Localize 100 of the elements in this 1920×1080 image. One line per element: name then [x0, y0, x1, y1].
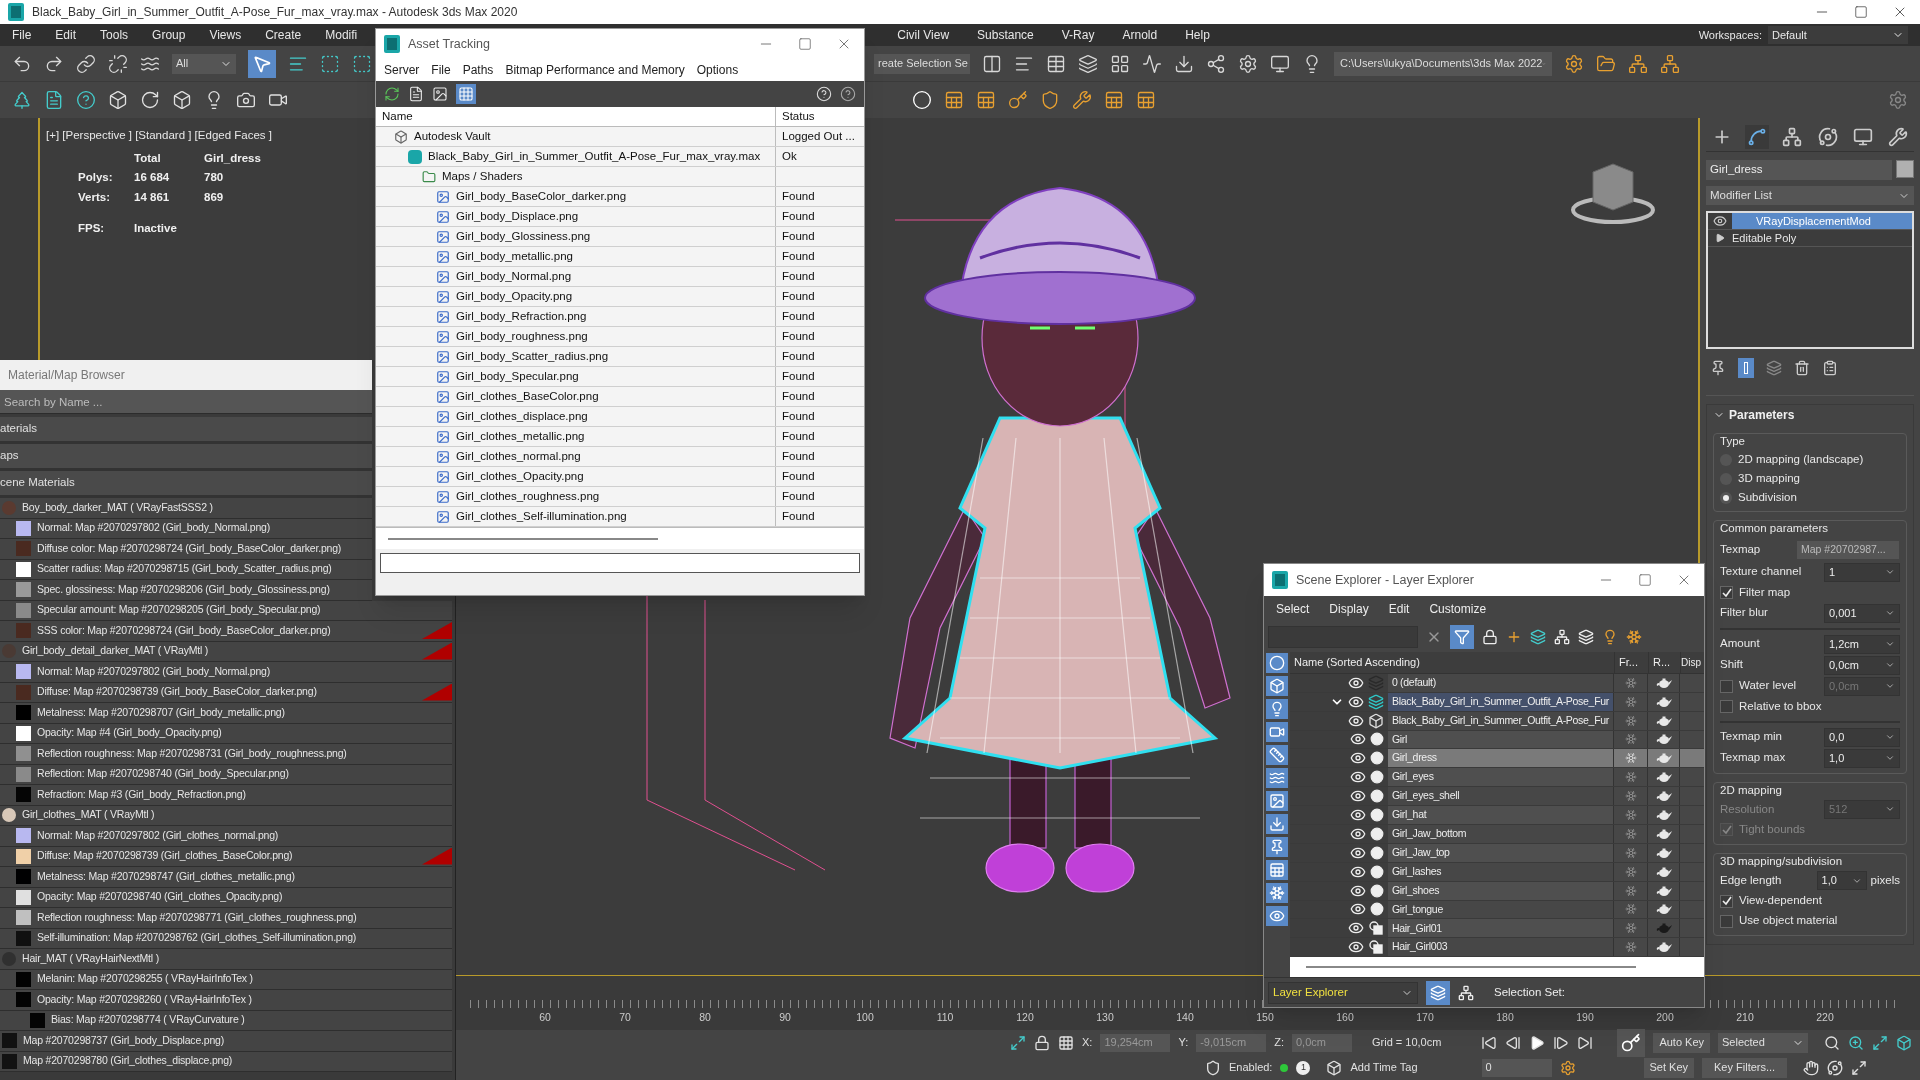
add-time-tag-button[interactable]: Add Time Tag [1350, 1059, 1418, 1076]
material-tree-item[interactable]: Bias: Map #2070298774 ( VRayCurvature ) [0, 1010, 452, 1031]
material-tree-item[interactable]: Girl_body_detail_darker_MAT ( VRayMtl ) [0, 641, 452, 662]
menu-item[interactable]: Display [1329, 600, 1369, 618]
menu-item[interactable]: Arnold [1122, 26, 1158, 44]
menu-item[interactable]: Views [209, 26, 242, 44]
section-header[interactable]: cene Materials [0, 471, 372, 498]
asset-row[interactable]: Girl_clothes_BaseColor.png [376, 387, 776, 406]
material-tree-item[interactable]: Scatter radius: Map #2070298715 (Girl_body_Scatter_radius.png) [0, 559, 372, 580]
material-tree-item[interactable]: Melanin: Map #2070298255 ( VRayHairInfoTex ) [0, 969, 452, 990]
menu-item[interactable]: Modifi [325, 26, 358, 44]
menu-item[interactable]: Civil View [897, 26, 950, 44]
column-header[interactable]: Status [776, 107, 864, 126]
frame-field[interactable]: 0 [1481, 1058, 1552, 1077]
object-name-field[interactable]: Girl_dress [1706, 160, 1892, 180]
project-path-dropdown[interactable]: C:\Users\lukya\Documents\3ds Max 2022 [1334, 51, 1552, 76]
material-tree-item[interactable]: Diffuse: Map #2070298739 (Girl_body_BaseColor_darker.png) [0, 682, 452, 703]
asset-row[interactable]: Girl_clothes_Self-illumination.png [376, 507, 776, 526]
material-tree-item[interactable]: Boy_body_darker_MAT ( VRayFastSSS2 ) [0, 498, 372, 519]
menu-item[interactable]: Select [1276, 600, 1310, 618]
asset-row[interactable]: Girl_body_Refraction.png [376, 307, 776, 326]
material-tree-item[interactable]: Girl_clothes_MAT ( VRayMtl ) [0, 805, 452, 826]
asset-row[interactable]: Autodesk Vault [376, 127, 776, 146]
asset-row[interactable]: Girl_body_Scatter_radius.png [376, 347, 776, 366]
material-tree-item[interactable]: Opacity: Map #4 (Girl_body_Opacity.png) [0, 723, 452, 744]
menu-item[interactable]: Bitmap Performance and Memory [505, 61, 685, 79]
material-tree-item[interactable]: Opacity: Map #2070298740 (Girl_clothes_Opacity.png) [0, 887, 452, 908]
column-header[interactable]: Fr... [1614, 652, 1648, 673]
material-tree-item[interactable]: Diffuse: Map #2070298739 (Girl_clothes_BaseColor.png) [0, 846, 452, 867]
material-tree-item[interactable]: Refraction: Map #3 (Girl_body_Refraction.png) [0, 785, 452, 806]
spinner-field[interactable]: 0,0cm [1824, 655, 1900, 675]
explorer-dropdown[interactable]: Layer Explorer [1268, 981, 1418, 1004]
material-tree-item[interactable]: Metalness: Map #2070298747 (Girl_clothes_metallic.png) [0, 867, 452, 888]
asset-row[interactable]: Girl_clothes_Opacity.png [376, 467, 776, 486]
asset-row[interactable]: Girl_clothes_normal.png [376, 447, 776, 466]
menu-item[interactable]: File [431, 61, 451, 79]
asset-row[interactable]: Girl_body_Specular.png [376, 367, 776, 386]
column-header[interactable]: Name (Sorted Ascending) [1289, 652, 1614, 673]
column-header[interactable]: Disp [1680, 652, 1704, 673]
section-header[interactable]: aterials [0, 417, 372, 444]
asset-row[interactable]: Girl_body_roughness.png [376, 327, 776, 346]
asset-row[interactable]: Black_Baby_Girl_in_Summer_Outfit_A-Pose_Fur_max_vray.max [376, 147, 776, 166]
asset-row[interactable]: Girl_body_metallic.png [376, 247, 776, 266]
spinner-field[interactable]: 1 [1824, 562, 1900, 582]
asset-row[interactable]: Girl_clothes_roughness.png [376, 487, 776, 506]
material-tree-item[interactable]: Specular amount: Map #2070298205 (Girl_body_Specular.png) [0, 600, 452, 621]
workspaces-dropdown[interactable]: Default [1768, 26, 1908, 44]
menu-item[interactable]: V-Ray [1061, 26, 1095, 44]
material-tree-item[interactable]: Map #2070298737 (Girl_body_Displace.png) [0, 1031, 452, 1052]
menu-item[interactable]: Paths [462, 61, 494, 79]
material-tree-item[interactable]: Reflection: Map #2070298740 (Girl_body_Specular.png) [0, 764, 452, 785]
asset-row[interactable]: Maps / Shaders [376, 167, 776, 186]
asset-row[interactable]: Girl_clothes_metallic.png [376, 427, 776, 446]
spinner-field[interactable]: 1,0 [1824, 748, 1900, 768]
material-tree-item[interactable]: SSS color: Map #2070298724 (Girl_body_BaseColor_darker.png) [0, 621, 452, 642]
scene-tree-item[interactable]: Girl_dress [1387, 749, 1614, 768]
menu-item[interactable]: Options [696, 61, 739, 79]
section-header[interactable]: aps [0, 444, 372, 471]
material-tree-item[interactable]: Diffuse color: Map #2070298724 (Girl_body_BaseColor_darker.png) [0, 539, 372, 560]
key-mode-dropdown[interactable]: Selected [1718, 1032, 1808, 1053]
material-tree-item[interactable]: Normal: Map #2070297802 (Girl_clothes_normal.png) [0, 826, 452, 847]
key-filters-button[interactable]: Key Filters... [1702, 1057, 1788, 1078]
material-tree-item[interactable]: Spec. glossiness: Map #2070298206 (Girl_body_Glossiness.png) [0, 580, 372, 601]
asset-row[interactable]: Girl_body_Normal.png [376, 267, 776, 286]
map-button[interactable]: Map #20702987... [1796, 539, 1900, 560]
spinner-field[interactable]: 0,0 [1824, 727, 1900, 747]
material-tree-item[interactable]: Map #2070298780 (Girl_clothes_displace.png) [0, 1051, 452, 1072]
material-tree-item[interactable]: Self-illumination: Map #2070298762 (Girl_clothes_Self-illumination.png) [0, 928, 452, 949]
auto-key-button[interactable]: Auto Key [1653, 1032, 1710, 1053]
rollout-title[interactable]: Parameters [1729, 406, 1795, 424]
menu-item[interactable]: File [12, 26, 32, 44]
asset-row[interactable]: Girl_body_BaseColor_darker.png [376, 187, 776, 206]
spinner-field[interactable]: 0,001 [1824, 603, 1900, 623]
material-tree-item[interactable]: Reflection roughness: Map #2070298731 (Girl_body_roughness.png) [0, 744, 452, 765]
scene-tree-item[interactable]: Girl_eyes [1387, 768, 1614, 787]
material-tree-item[interactable]: Normal: Map #2070297802 (Girl_body_Normal.png) [0, 518, 372, 539]
menu-item[interactable]: Group [152, 26, 186, 44]
set-key-button[interactable]: Set Key [1643, 1057, 1695, 1078]
menu-item[interactable]: Server [384, 61, 420, 79]
column-header[interactable]: Name [376, 107, 776, 126]
spinner-field[interactable]: 1,2cm [1824, 634, 1900, 654]
scene-tree-item[interactable]: Hair_Girl01 [1387, 919, 1614, 938]
menu-item[interactable]: Edit [55, 26, 77, 44]
material-tree-item[interactable]: Normal: Map #2070297802 (Girl_body_Normal.png) [0, 662, 452, 683]
asset-row[interactable]: Girl_body_Opacity.png [376, 287, 776, 306]
selection-filter-dropdown[interactable]: All [172, 53, 236, 74]
column-header[interactable]: R... [1648, 652, 1680, 673]
asset-row[interactable]: Girl_clothes_displace.png [376, 407, 776, 426]
menu-item[interactable]: Tools [100, 26, 129, 44]
menu-item[interactable]: Customize [1429, 600, 1487, 618]
material-tree-item[interactable]: Reflection roughness: Map #2070298771 (Girl_clothes_roughness.png) [0, 908, 452, 929]
asset-row[interactable]: Girl_body_Glossiness.png [376, 227, 776, 246]
viewport-label[interactable]: [+] [Perspective ] [Standard ] [Edged Faces ] [46, 129, 272, 141]
material-tree-item[interactable]: Hair_MAT ( VRayHairNextMtl ) [0, 949, 452, 970]
search-field[interactable]: Search by Name ... [0, 390, 372, 414]
modifier-list-dropdown[interactable]: Modifier List [1706, 186, 1914, 205]
menu-item[interactable]: Substance [977, 26, 1034, 44]
material-tree-item[interactable]: Opacity: Map #2070298260 ( VRayHairInfoTex ) [0, 990, 452, 1011]
material-tree-item[interactable]: Metalness: Map #2070298707 (Girl_body_metallic.png) [0, 703, 452, 724]
named-selection-dropdown[interactable]: reate Selection Se [874, 53, 970, 74]
